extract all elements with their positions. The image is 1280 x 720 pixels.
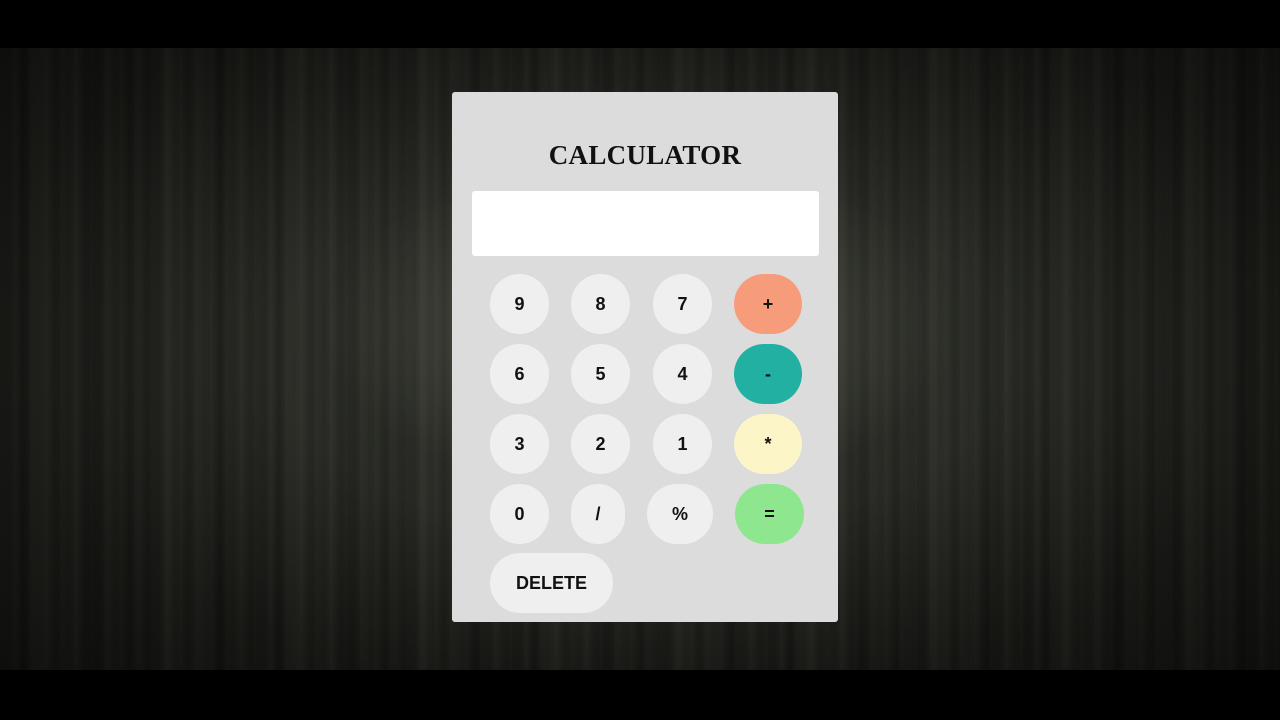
key-4[interactable]: 4 <box>653 344 712 404</box>
key-3[interactable]: 3 <box>490 414 549 474</box>
key-divide[interactable]: / <box>571 484 625 544</box>
delete-button[interactable]: DELETE <box>490 553 613 613</box>
key-plus[interactable]: + <box>734 274 802 334</box>
key-5[interactable]: 5 <box>571 344 630 404</box>
key-minus[interactable]: - <box>734 344 802 404</box>
key-equals[interactable]: = <box>735 484 804 544</box>
key-2[interactable]: 2 <box>571 414 630 474</box>
key-9[interactable]: 9 <box>490 274 549 334</box>
calculator-display[interactable] <box>472 191 819 256</box>
key-7[interactable]: 7 <box>653 274 712 334</box>
key-percent[interactable]: % <box>647 484 713 544</box>
key-0[interactable]: 0 <box>490 484 549 544</box>
key-1[interactable]: 1 <box>653 414 712 474</box>
key-multiply[interactable]: * <box>734 414 802 474</box>
calculator-title: CALCULATOR <box>548 140 742 170</box>
key-6[interactable]: 6 <box>490 344 549 404</box>
key-8[interactable]: 8 <box>571 274 630 334</box>
